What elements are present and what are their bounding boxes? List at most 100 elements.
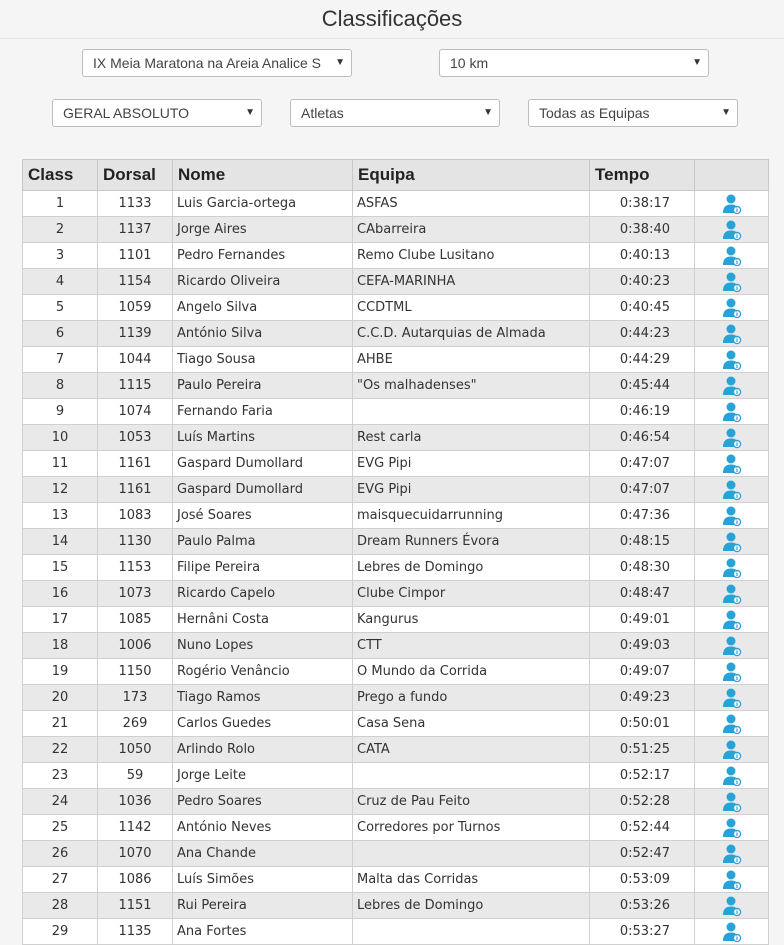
cell-class: 28 <box>22 892 98 919</box>
cell-class: 29 <box>22 918 98 945</box>
cell-dorsal: 1151 <box>97 892 173 919</box>
cell-equipa: Dream Runners Évora <box>352 528 590 555</box>
cell-tempo: 0:49:23 <box>589 684 695 711</box>
cell-dorsal: 1150 <box>97 658 173 685</box>
cell-dorsal: 1070 <box>97 840 173 867</box>
cell-profile <box>694 710 769 737</box>
cell-profile <box>694 658 769 685</box>
athlete-profile-icon[interactable] <box>722 739 742 761</box>
cell-class: 11 <box>22 450 98 477</box>
cell-profile <box>694 580 769 607</box>
athlete-profile-icon[interactable] <box>722 349 742 371</box>
athlete-profile-icon[interactable] <box>722 323 742 345</box>
chevron-down-icon: ▼ <box>721 107 731 118</box>
cell-tempo: 0:47:07 <box>589 450 695 477</box>
team-select[interactable]: Todas as Equipas ▼ <box>528 99 738 127</box>
header-equipa[interactable]: Equipa <box>352 159 590 191</box>
cell-nome: Luís Martins <box>172 424 353 451</box>
athlete-profile-icon[interactable] <box>722 505 742 527</box>
athlete-profile-icon[interactable] <box>722 661 742 683</box>
chevron-down-icon: ▼ <box>335 57 345 68</box>
header-tempo[interactable]: Tempo <box>589 159 695 191</box>
cell-profile <box>694 242 769 269</box>
athlete-profile-icon[interactable] <box>722 453 742 475</box>
cell-class: 26 <box>22 840 98 867</box>
cell-dorsal: 1044 <box>97 346 173 373</box>
cell-class: 10 <box>22 424 98 451</box>
event-select[interactable]: IX Meia Maratona na Areia Analice S ▼ <box>82 49 352 77</box>
athlete-profile-icon[interactable] <box>722 479 742 501</box>
cell-dorsal: 1137 <box>97 216 173 243</box>
cell-nome: Tiago Ramos <box>172 684 353 711</box>
cell-profile <box>694 398 769 425</box>
header-dorsal[interactable]: Dorsal <box>97 159 173 191</box>
table-header-row: Class Dorsal Nome Equipa Tempo <box>22 159 769 191</box>
athlete-profile-icon[interactable] <box>722 557 742 579</box>
athlete-profile-icon[interactable] <box>722 219 742 241</box>
type-select[interactable]: Atletas ▼ <box>290 99 500 127</box>
cell-tempo: 0:40:45 <box>589 294 695 321</box>
cell-tempo: 0:53:26 <box>589 892 695 919</box>
cell-tempo: 0:48:30 <box>589 554 695 581</box>
chevron-down-icon: ▼ <box>483 107 493 118</box>
cell-nome: Carlos Guedes <box>172 710 353 737</box>
cell-class: 17 <box>22 606 98 633</box>
header-nome[interactable]: Nome <box>172 159 353 191</box>
cell-dorsal: 1153 <box>97 554 173 581</box>
athlete-profile-icon[interactable] <box>722 921 742 943</box>
athlete-profile-icon[interactable] <box>722 401 742 423</box>
athlete-profile-icon[interactable] <box>722 843 742 865</box>
athlete-profile-icon[interactable] <box>722 635 742 657</box>
athlete-profile-icon[interactable] <box>722 765 742 787</box>
athlete-profile-icon[interactable] <box>722 895 742 917</box>
cell-profile <box>694 684 769 711</box>
table-row: 6 1139 António Silva C.C.D. Autarquias de A… <box>22 320 769 347</box>
athlete-profile-icon[interactable] <box>722 375 742 397</box>
cell-tempo: 0:44:23 <box>589 320 695 347</box>
table-row: 24 1036 Pedro Soares Cruz de Pau Feito 0:52:… <box>22 788 769 815</box>
table-row: 4 1154 Ricardo Oliveira CEFA-MARINHA 0:40:23 <box>22 268 769 295</box>
athlete-profile-icon[interactable] <box>722 713 742 735</box>
cell-tempo: 0:40:13 <box>589 242 695 269</box>
cell-dorsal: 1006 <box>97 632 173 659</box>
athlete-profile-icon[interactable] <box>722 271 742 293</box>
cell-profile <box>694 450 769 477</box>
cell-tempo: 0:52:47 <box>589 840 695 867</box>
cell-profile <box>694 866 769 893</box>
table-row: 9 1074 Fernando Faria 0:46:19 <box>22 398 769 425</box>
cell-tempo: 0:38:17 <box>589 190 695 217</box>
athlete-profile-icon[interactable] <box>722 427 742 449</box>
table-row: 21 269 Carlos Guedes Casa Sena 0:50:01 <box>22 710 769 737</box>
cell-tempo: 0:47:36 <box>589 502 695 529</box>
distance-select[interactable]: 10 km ▼ <box>439 49 709 77</box>
category-select[interactable]: GERAL ABSOLUTO ▼ <box>52 99 262 127</box>
athlete-profile-icon[interactable] <box>722 869 742 891</box>
category-select-value: GERAL ABSOLUTO <box>63 105 190 121</box>
table-row: 27 1086 Luís Simões Malta das Corridas 0:53:… <box>22 866 769 893</box>
athlete-profile-icon[interactable] <box>722 583 742 605</box>
cell-nome: Gaspard Dumollard <box>172 450 353 477</box>
cell-tempo: 0:40:23 <box>589 268 695 295</box>
athlete-profile-icon[interactable] <box>722 687 742 709</box>
page-title: Classificações <box>0 0 784 39</box>
athlete-profile-icon[interactable] <box>722 531 742 553</box>
cell-tempo: 0:48:15 <box>589 528 695 555</box>
header-class[interactable]: Class <box>22 159 98 191</box>
athlete-profile-icon[interactable] <box>722 193 742 215</box>
cell-tempo: 0:48:47 <box>589 580 695 607</box>
cell-profile <box>694 424 769 451</box>
athlete-profile-icon[interactable] <box>722 609 742 631</box>
cell-tempo: 0:53:27 <box>589 918 695 945</box>
cell-equipa: ASFAS <box>352 190 590 217</box>
cell-profile <box>694 788 769 815</box>
cell-nome: Ricardo Oliveira <box>172 268 353 295</box>
athlete-profile-icon[interactable] <box>722 297 742 319</box>
athlete-profile-icon[interactable] <box>722 245 742 267</box>
cell-nome: António Neves <box>172 814 353 841</box>
cell-profile <box>694 840 769 867</box>
cell-nome: Pedro Fernandes <box>172 242 353 269</box>
athlete-profile-icon[interactable] <box>722 791 742 813</box>
cell-dorsal: 1133 <box>97 190 173 217</box>
cell-equipa <box>352 918 590 945</box>
athlete-profile-icon[interactable] <box>722 817 742 839</box>
